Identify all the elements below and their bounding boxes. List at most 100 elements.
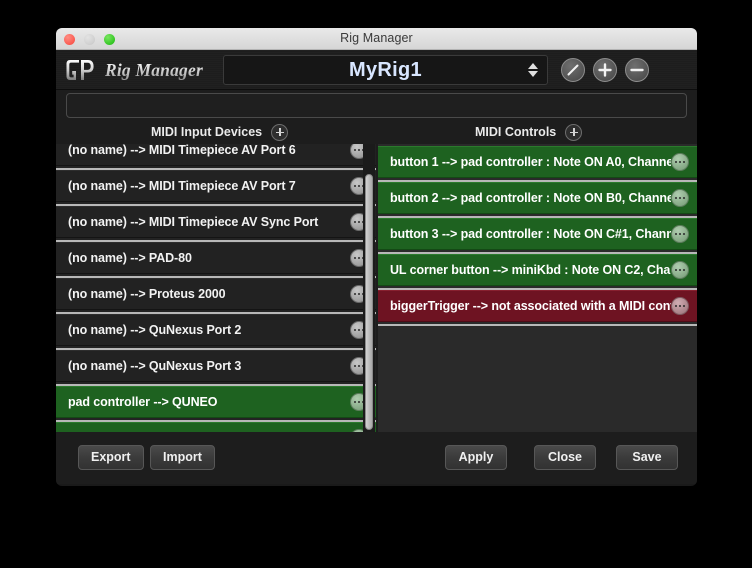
plus-icon bbox=[598, 63, 612, 77]
list-item[interactable]: (no name) --> MIDI Timepiece AV Sync Por… bbox=[56, 206, 376, 238]
ellipsis-icon[interactable] bbox=[671, 189, 689, 207]
app-logo-text: Rig Manager bbox=[105, 59, 203, 80]
ellipsis-dot bbox=[357, 292, 361, 296]
ellipsis-dot bbox=[357, 256, 361, 260]
close-button[interactable]: Close bbox=[534, 445, 596, 470]
add-rig-button[interactable] bbox=[593, 58, 617, 82]
ellipsis-dot bbox=[682, 196, 686, 200]
ellipsis-dot bbox=[353, 184, 357, 188]
ellipsis-icon[interactable] bbox=[671, 225, 689, 243]
list-item[interactable]: (no name) --> Proteus 2000 bbox=[56, 278, 376, 310]
column-headers: MIDI Input Devices MIDI Controls bbox=[56, 120, 697, 144]
list-item-label: (no name) --> QuNexus Port 3 bbox=[68, 359, 242, 373]
list-item[interactable]: (no name) --> PAD-80 bbox=[56, 242, 376, 274]
ellipsis-dot bbox=[353, 328, 357, 332]
list-item[interactable]: button 1 --> pad controller : Note ON A0… bbox=[378, 146, 697, 178]
edit-rig-button[interactable] bbox=[561, 58, 585, 82]
ellipsis-dot bbox=[674, 160, 678, 164]
scrollbar-thumb[interactable] bbox=[365, 174, 373, 430]
list-item[interactable]: (no name) --> QuNexus Port 3 bbox=[56, 350, 376, 382]
list-item-label: (no name) --> Proteus 2000 bbox=[68, 287, 226, 301]
ellipsis-dot bbox=[353, 256, 357, 260]
stepper-up-arrow[interactable] bbox=[528, 63, 538, 69]
gp-logo-icon bbox=[66, 60, 94, 80]
ellipsis-dot bbox=[357, 400, 361, 404]
list-item[interactable]: UL corner button --> miniKbd : Note ON C… bbox=[378, 254, 697, 286]
pencil-icon bbox=[567, 64, 579, 76]
ellipsis-dot bbox=[353, 148, 357, 152]
list-item-label: biggerTrigger --> not associated with a … bbox=[390, 299, 671, 313]
ellipsis-dot bbox=[682, 160, 686, 164]
ellipsis-dot bbox=[674, 232, 678, 236]
add-midi-input-device-button[interactable] bbox=[271, 123, 289, 141]
ellipsis-dot bbox=[678, 304, 682, 308]
ellipsis-dot bbox=[674, 268, 678, 272]
list-item[interactable]: (no name) --> MIDI Timepiece AV Port 6 bbox=[56, 144, 376, 166]
list-item-label: button 2 --> pad controller : Note ON B0… bbox=[390, 191, 671, 205]
list-item[interactable]: (no name) --> MIDI Timepiece AV Port 7 bbox=[56, 170, 376, 202]
ellipsis-dot bbox=[678, 232, 682, 236]
minus-icon bbox=[630, 68, 644, 72]
ellipsis-dot bbox=[353, 400, 357, 404]
ellipsis-dot bbox=[682, 304, 686, 308]
ellipsis-dot bbox=[357, 220, 361, 224]
remove-rig-button[interactable] bbox=[625, 58, 649, 82]
midi-input-devices-label: MIDI Input Devices bbox=[151, 125, 263, 139]
dialog-footer: Export Import Apply Close Save bbox=[56, 432, 697, 484]
import-button[interactable]: Import bbox=[150, 445, 215, 470]
window-titlebar: Rig Manager bbox=[56, 28, 697, 50]
list-item[interactable]: pad controller --> QUNEO bbox=[56, 386, 376, 418]
ellipsis-dot bbox=[353, 292, 357, 296]
ellipsis-dot bbox=[357, 328, 361, 332]
rig-name-value: MyRig1 bbox=[349, 58, 422, 81]
ellipsis-dot bbox=[674, 196, 678, 200]
list-item-label: UL corner button --> miniKbd : Note ON C… bbox=[390, 263, 671, 277]
ellipsis-dot bbox=[357, 364, 361, 368]
rig-manager-window: Rig Manager Rig Manager MyRig1 MIDI Inpu… bbox=[56, 28, 697, 486]
ellipsis-dot bbox=[353, 364, 357, 368]
ellipsis-dot bbox=[678, 268, 682, 272]
list-item-label: (no name) --> MIDI Timepiece AV Port 6 bbox=[68, 144, 296, 157]
export-button[interactable]: Export bbox=[78, 445, 144, 470]
list-item-label: (no name) --> MIDI Timepiece AV Sync Por… bbox=[68, 215, 319, 229]
app-logo: Rig Manager bbox=[66, 58, 203, 82]
up-down-stepper-icon[interactable] bbox=[528, 63, 538, 77]
ellipsis-icon[interactable] bbox=[671, 153, 689, 171]
ellipsis-icon[interactable] bbox=[671, 261, 689, 279]
rig-name-input[interactable] bbox=[66, 93, 687, 118]
window-title: Rig Manager bbox=[340, 31, 413, 45]
app-header: Rig Manager MyRig1 bbox=[56, 50, 697, 90]
midi-input-devices-list[interactable]: (no name) --> MIDI Timepiece AV Port 6 (n… bbox=[56, 144, 376, 432]
add-midi-control-button[interactable] bbox=[565, 123, 583, 141]
midi-input-devices-header: MIDI Input Devices bbox=[151, 120, 289, 144]
ellipsis-dot bbox=[678, 196, 682, 200]
ellipsis-icon[interactable] bbox=[671, 297, 689, 315]
apply-button[interactable]: Apply bbox=[445, 445, 507, 470]
lists-area: (no name) --> MIDI Timepiece AV Port 6 (n… bbox=[56, 144, 697, 432]
ellipsis-dot bbox=[674, 304, 678, 308]
list-item[interactable]: button 2 --> pad controller : Note ON B0… bbox=[378, 182, 697, 214]
list-item[interactable]: button 3 --> pad controller : Note ON C#… bbox=[378, 218, 697, 250]
ellipsis-dot bbox=[682, 232, 686, 236]
list-item[interactable]: biggerTrigger --> not associated with a … bbox=[378, 290, 697, 322]
list-item-label: (no name) --> PAD-80 bbox=[68, 251, 192, 265]
ellipsis-dot bbox=[357, 148, 361, 152]
stepper-down-arrow[interactable] bbox=[528, 71, 538, 77]
midi-input-devices-scrollbar[interactable] bbox=[363, 144, 375, 432]
midi-controls-header: MIDI Controls bbox=[475, 120, 583, 144]
midi-controls-list[interactable]: button 1 --> pad controller : Note ON A0… bbox=[378, 144, 697, 432]
list-separator bbox=[378, 324, 697, 326]
ellipsis-dot bbox=[678, 160, 682, 164]
ellipsis-dot bbox=[682, 268, 686, 272]
list-item[interactable]: miniKbd --> QuNexus Port 1 bbox=[56, 422, 376, 432]
midi-controls-label: MIDI Controls bbox=[475, 125, 557, 139]
list-item-label: (no name) --> MIDI Timepiece AV Port 7 bbox=[68, 179, 296, 193]
rig-selector[interactable]: MyRig1 bbox=[223, 55, 548, 85]
list-item[interactable]: (no name) --> QuNexus Port 2 bbox=[56, 314, 376, 346]
list-item-label: (no name) --> QuNexus Port 2 bbox=[68, 323, 242, 337]
rig-name-field-container bbox=[56, 90, 697, 120]
save-button[interactable]: Save bbox=[616, 445, 678, 470]
ellipsis-dot bbox=[357, 184, 361, 188]
list-item-label: button 3 --> pad controller : Note ON C#… bbox=[390, 227, 671, 241]
list-item-label: button 1 --> pad controller : Note ON A0… bbox=[390, 155, 671, 169]
